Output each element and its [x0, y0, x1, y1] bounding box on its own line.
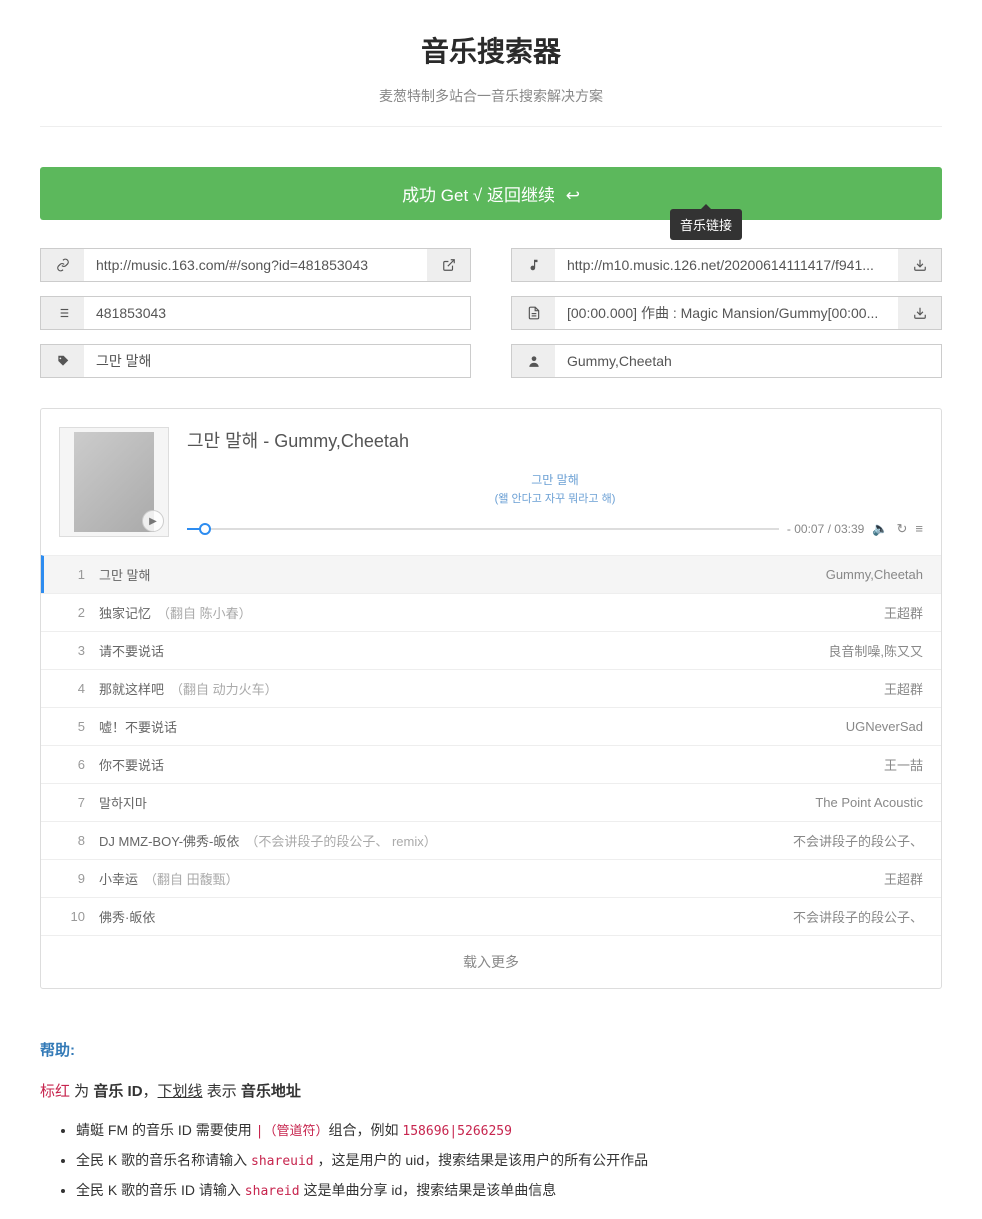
help-section: 帮助: 标红 为 音乐 ID，下划线 表示 音乐地址 蜻蜓 FM 的音乐 ID …: [40, 1039, 942, 1202]
header: 音乐搜索器 麦葱特制多站合一音乐搜索解决方案: [40, 0, 942, 127]
playlist-row[interactable]: 1그만 말해Gummy,Cheetah: [41, 555, 941, 593]
help-legend: 标红 为 音乐 ID，下划线 表示 音乐地址: [40, 1080, 942, 1101]
user-icon: [511, 344, 555, 378]
player-box: ▶ 그만 말해 - Gummy,Cheetah 그만 말해 (왤 안다고 자꾸 …: [40, 408, 942, 989]
time-display: - 00:07 / 03:39: [787, 522, 864, 536]
playlist-row[interactable]: 3请不要说话良音制噪,陈又又: [41, 631, 941, 669]
album-art[interactable]: ▶: [59, 427, 169, 537]
loop-icon[interactable]: ↻: [897, 521, 908, 537]
playlist-row[interactable]: 2独家记忆（翻自 陈小春）王超群: [41, 593, 941, 631]
open-link-button[interactable]: [427, 248, 471, 282]
song-id-input[interactable]: [84, 296, 471, 330]
artist-group: [511, 344, 942, 378]
music-url-input[interactable]: [555, 248, 898, 282]
page-subtitle: 麦葱特制多站合一音乐搜索解决方案: [40, 86, 942, 106]
artist-input[interactable]: [555, 344, 942, 378]
music-url-group: [511, 248, 942, 282]
music-link-tooltip: 音乐链接: [670, 209, 742, 240]
progress-handle[interactable]: [199, 523, 211, 535]
song-url-input[interactable]: [84, 248, 427, 282]
link-icon: [40, 248, 84, 282]
return-icon: ↩: [566, 186, 580, 205]
help-heading: 帮助:: [40, 1039, 942, 1060]
music-icon: [511, 248, 555, 282]
playlist-row[interactable]: 10佛秀·皈依不会讲段子的段公子、: [41, 897, 941, 935]
list-icon: [40, 296, 84, 330]
load-more-button[interactable]: 载入更多: [41, 935, 941, 988]
song-name-group: [40, 344, 471, 378]
lyrics: 그만 말해 (왤 안다고 자꾸 뭐라고 해): [187, 471, 923, 513]
volume-icon[interactable]: 🔈: [872, 521, 888, 537]
playlist-row[interactable]: 9小幸运（翻自 田馥甄）王超群: [41, 859, 941, 897]
lyric-group: [511, 296, 942, 330]
song-id-group: [40, 296, 471, 330]
playlist-row[interactable]: 6你不要说话王一喆: [41, 745, 941, 783]
playlist-row[interactable]: 8DJ MMZ-BOY-佛秀-皈依（不会讲段子的段公子、 remix）不会讲段子…: [41, 821, 941, 859]
tag-icon: [40, 344, 84, 378]
success-alert[interactable]: 成功 Get √ 返回继续 ↩ 音乐链接: [40, 167, 942, 220]
playlist-icon[interactable]: ≡: [915, 521, 923, 537]
song-name-input[interactable]: [84, 344, 471, 378]
playlist-row[interactable]: 4那就这样吧（翻自 动力火车）王超群: [41, 669, 941, 707]
help-item: 全民 K 歌的音乐 ID 请输入 shareid 这是单曲分享 id，搜索结果是…: [76, 1179, 942, 1203]
lyric-input[interactable]: [555, 296, 898, 330]
download-lyric-button[interactable]: [898, 296, 942, 330]
play-icon[interactable]: ▶: [142, 510, 164, 532]
progress-bar[interactable]: [187, 528, 779, 530]
playlist: 1그만 말해Gummy,Cheetah2独家记忆（翻自 陈小春）王超群3请不要说…: [41, 555, 941, 935]
alert-text: 成功 Get √ 返回继续: [402, 186, 560, 205]
playlist-row[interactable]: 7말하지마The Point Acoustic: [41, 783, 941, 821]
playlist-row[interactable]: 5嘘！不要说话UGNeverSad: [41, 707, 941, 745]
file-icon: [511, 296, 555, 330]
song-url-group: [40, 248, 471, 282]
help-item: 蜻蜓 FM 的音乐 ID 需要使用 |（管道符）组合，例如 158696|526…: [76, 1119, 942, 1143]
help-item: 全民 K 歌的音乐名称请输入 shareuid ，这是用户的 uid，搜索结果是…: [76, 1149, 942, 1173]
help-list: 蜻蜓 FM 的音乐 ID 需要使用 |（管道符）组合，例如 158696|526…: [40, 1119, 942, 1202]
download-music-button[interactable]: [898, 248, 942, 282]
player-title: 그만 말해 - Gummy,Cheetah: [187, 427, 923, 453]
page-title: 音乐搜索器: [40, 30, 942, 70]
